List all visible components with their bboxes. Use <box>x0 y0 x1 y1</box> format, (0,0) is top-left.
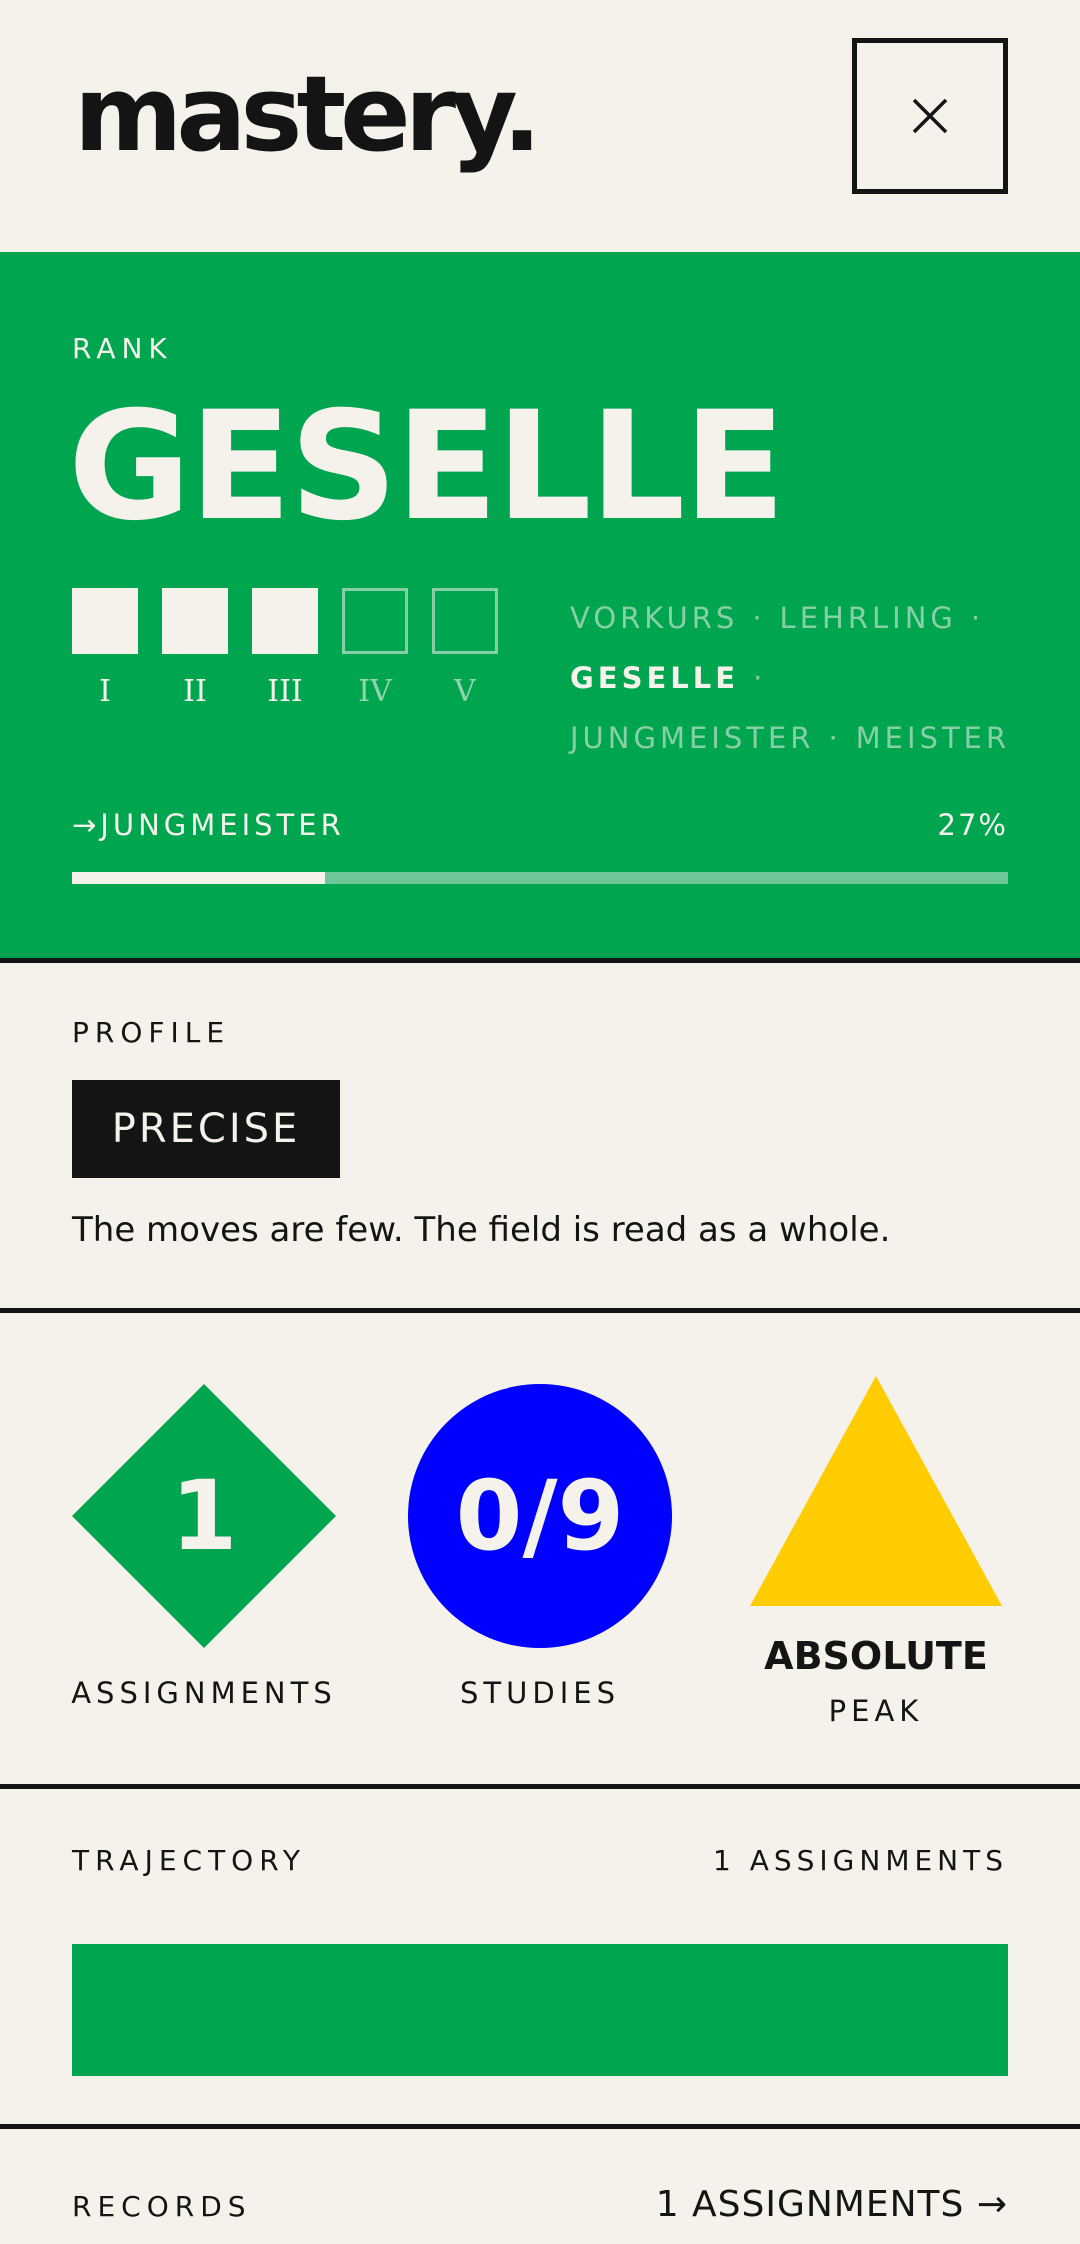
section-divider <box>0 958 1080 963</box>
rank-path-separator: · <box>970 601 985 635</box>
level-box-empty <box>342 588 408 654</box>
rank-path-item: JUNGMEISTER <box>570 721 815 755</box>
rank-section: RANK GESELLE I II III IV V VORKURS · LEH… <box>0 252 1080 958</box>
rank-path: VORKURS · LEHRLING · GESELLE · JUNGMEISTER · M… <box>570 588 1030 768</box>
studies-label: STUDIES <box>460 1676 620 1710</box>
profile-description: The moves are few. The field is read as … <box>72 1210 891 1250</box>
app-logo: mastery. <box>74 53 542 175</box>
rank-path-item-current: GESELLE <box>570 661 740 695</box>
stat-peak: ABSOLUTE PEAK <box>750 1376 1002 1736</box>
level-numeral: I <box>99 674 111 709</box>
rank-path-item: LEHRLING <box>779 601 957 635</box>
current-rank-title: GESELLE <box>68 380 786 554</box>
level-numeral: III <box>267 674 303 709</box>
level-5: V <box>432 588 498 709</box>
peak-label: PEAK <box>828 1694 924 1728</box>
level-numeral: II <box>183 674 207 709</box>
rank-path-separator: · <box>828 721 842 755</box>
stat-studies: 0/9 STUDIES <box>408 1384 672 1724</box>
records-link[interactable]: 1 ASSIGNMENTS → <box>656 2184 1008 2225</box>
peak-value: ABSOLUTE <box>764 1634 988 1678</box>
rank-progress-bar <box>72 872 1008 884</box>
level-box-filled <box>252 588 318 654</box>
studies-value: 0/9 <box>455 1460 625 1572</box>
level-1: I <box>72 588 138 709</box>
section-divider <box>0 2124 1080 2129</box>
trajectory-count: 1 ASSIGNMENTS <box>713 1844 1008 1877</box>
close-icon <box>912 98 948 134</box>
level-numeral: IV <box>358 674 392 709</box>
section-divider <box>0 1784 1080 1789</box>
level-box-filled <box>162 588 228 654</box>
rank-progress-fill <box>72 872 325 884</box>
mastery-page: mastery. RANK GESELLE I II III IV V VORK… <box>0 0 1080 2244</box>
records-section-label: RECORDS <box>72 2190 252 2223</box>
rank-path-separator: · <box>752 601 766 635</box>
triangle-shape-icon <box>750 1376 1002 1606</box>
next-rank-label: →JUNGMEISTER <box>72 808 345 842</box>
level-numeral: V <box>454 674 476 709</box>
level-box-empty <box>432 588 498 654</box>
close-button[interactable] <box>852 38 1008 194</box>
rank-path-item: VORKURS <box>570 601 739 635</box>
level-box-filled <box>72 588 138 654</box>
rank-path-separator: · <box>753 661 767 695</box>
assignments-label: ASSIGNMENTS <box>71 1676 337 1710</box>
trajectory-bar <box>72 1944 1008 2076</box>
assignments-value: 1 <box>170 1460 238 1572</box>
trajectory-section-label: TRAJECTORY <box>72 1844 306 1877</box>
level-4: IV <box>342 588 408 709</box>
level-2: II <box>162 588 228 709</box>
rank-level-indicator: I II III IV V <box>72 588 512 718</box>
rank-progress-percent: 27% <box>937 808 1008 842</box>
stat-assignments: 1 ASSIGNMENTS <box>71 1384 336 1724</box>
level-3: III <box>252 588 318 709</box>
profile-section-label: PROFILE <box>72 1016 231 1049</box>
section-divider <box>0 1308 1080 1313</box>
rank-path-item: MEISTER <box>855 721 1011 755</box>
profile-badge: PRECISE <box>72 1080 340 1178</box>
app-header: mastery. <box>0 0 1080 252</box>
rank-section-label: RANK <box>72 332 173 365</box>
